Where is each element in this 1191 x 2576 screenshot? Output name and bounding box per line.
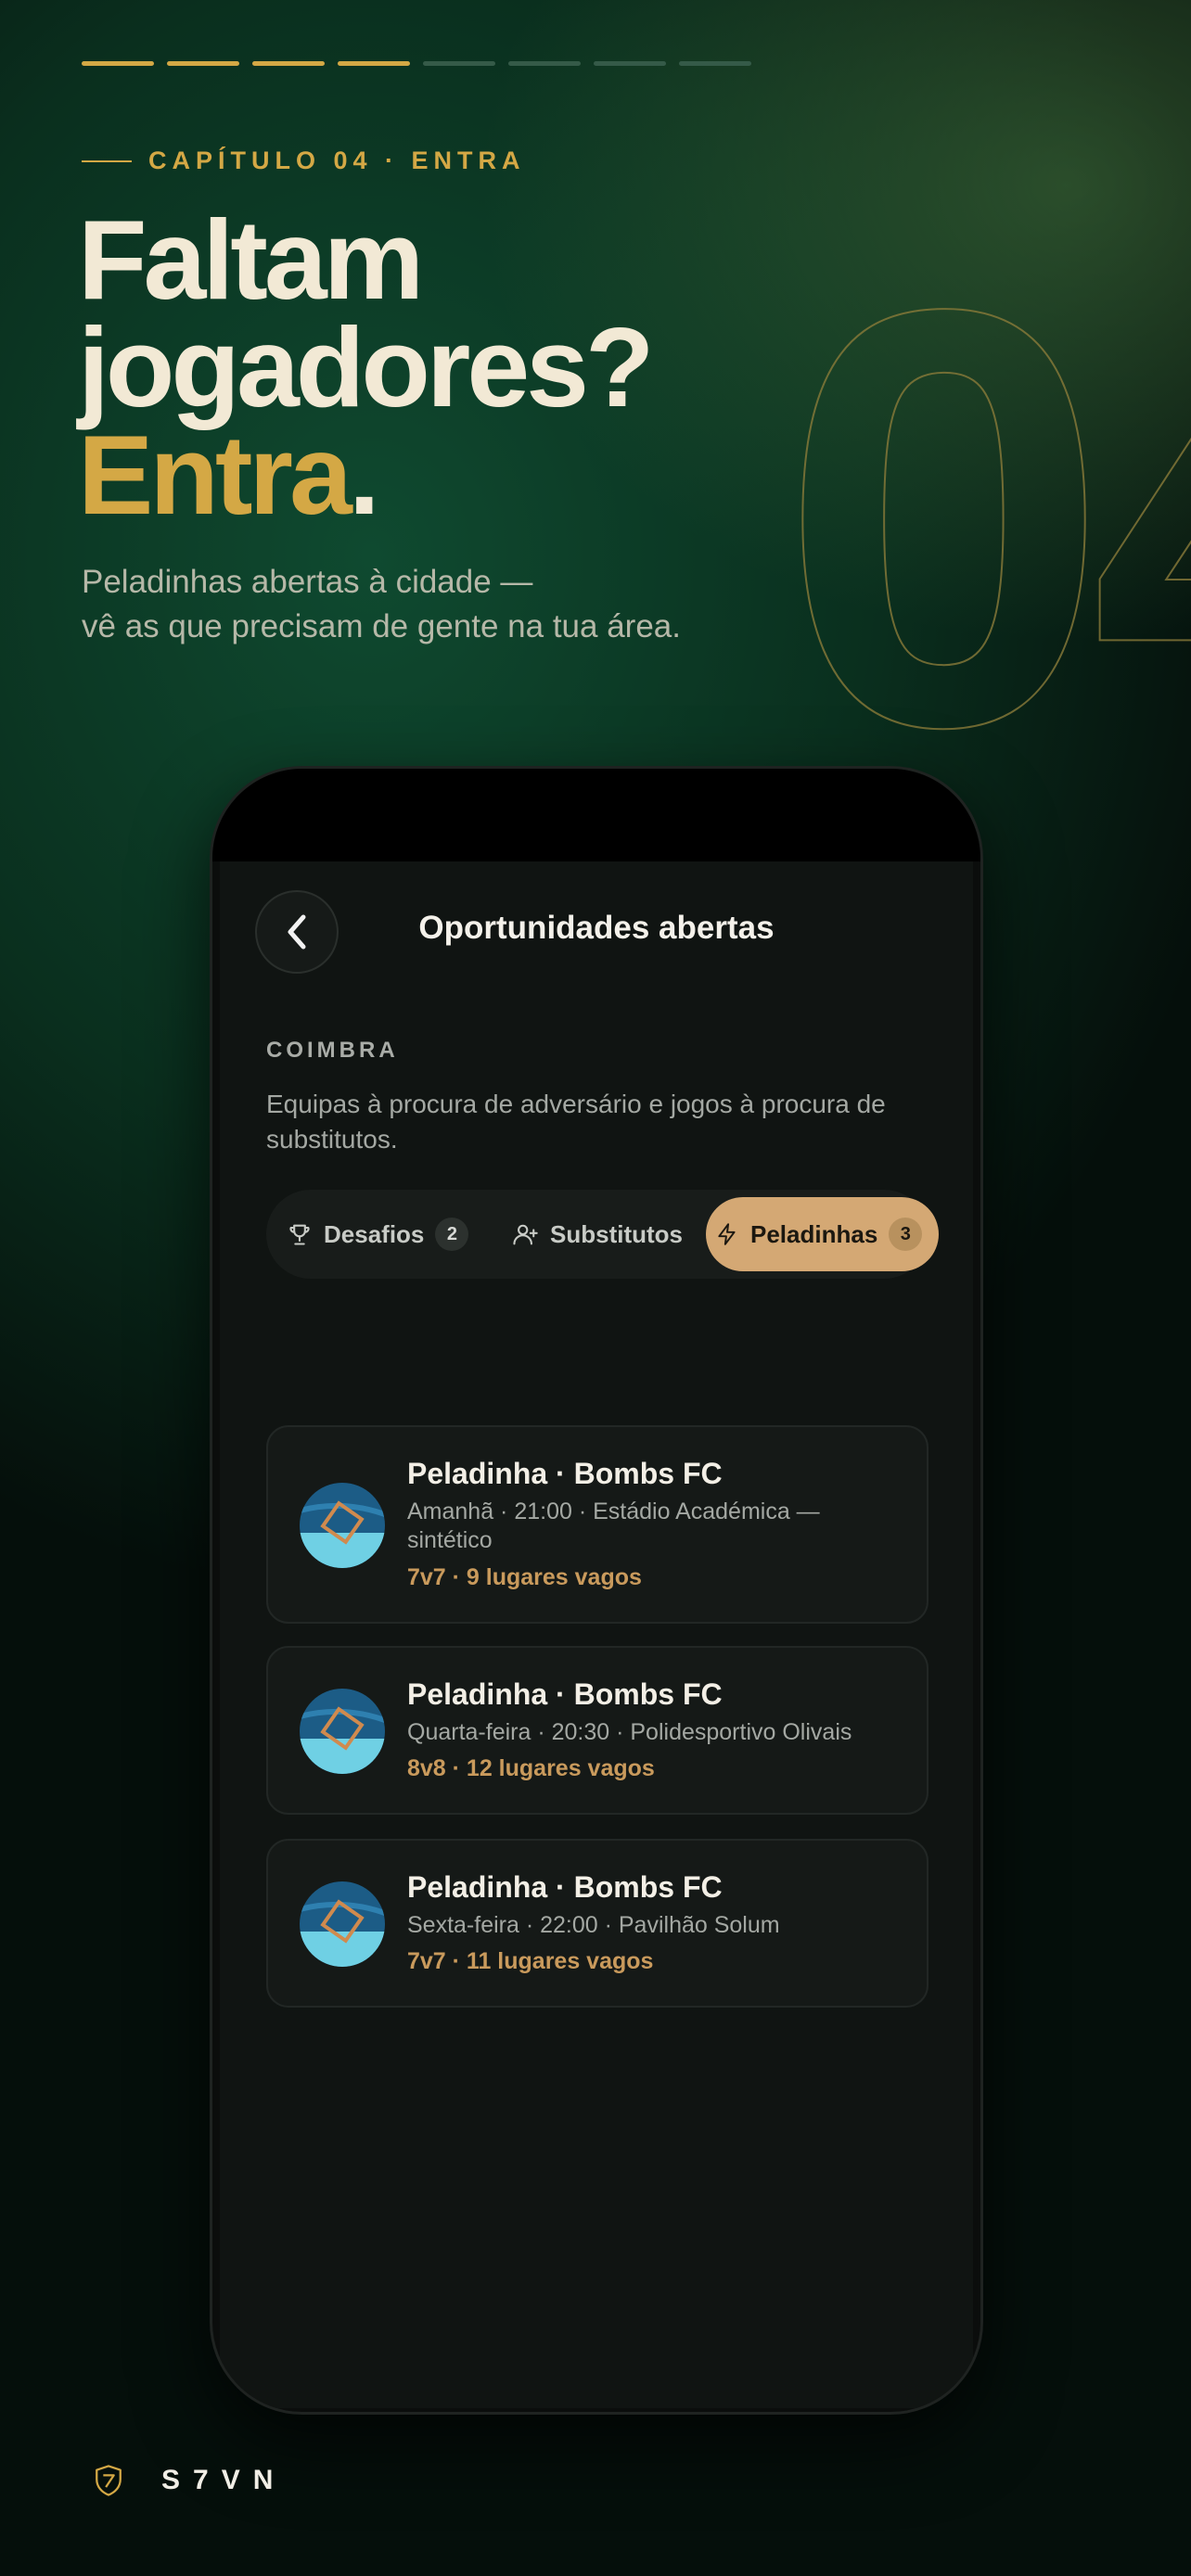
headline-line-3: Entra.: [78, 418, 651, 531]
brand-name: S7VN: [161, 2465, 287, 2495]
team-avatar: [300, 1881, 385, 1967]
nav-bar: Oportunidades abertas: [220, 861, 973, 1010]
progress-segment: [594, 61, 666, 66]
game-meta: Sexta-feira · 22:00 · Pavilhão Solum: [407, 1912, 780, 1938]
progress-segment: [338, 61, 410, 66]
headline: Faltam jogadores? Entra.: [78, 197, 655, 531]
game-meta: Quarta-feira · 20:30 · Polidesportivo Ol…: [407, 1719, 852, 1745]
progress-segment: [679, 61, 751, 66]
game-spots: 8v8 · 12 lugares vagos: [407, 1755, 655, 1781]
filter-tabs: Desafios 2 Substitutos Peladinhas 3: [266, 1190, 940, 1279]
brand-footer: S7VN: [93, 2463, 286, 2498]
team-avatar: [300, 1483, 385, 1568]
screen-description: Equipas à procura de adversário e jogos …: [266, 1090, 886, 1154]
progress-segment: [82, 61, 154, 66]
chapter-text: CAPÍTULO 04 · ENTRA: [148, 147, 526, 174]
game-card[interactable]: Peladinha · Bombs FC Amanhã · 21:00 · Es…: [266, 1425, 928, 1624]
user-plus-icon: [513, 1224, 538, 1245]
chapter-rule: [82, 159, 132, 162]
game-meta: Amanhã · 21:00 · Estádio Académica — sin…: [407, 1498, 820, 1553]
progress-segment: [508, 61, 581, 66]
chapter-progress: [82, 61, 751, 66]
trophy-icon: [289, 1224, 310, 1245]
subtitle-line-2: vê as que precisam de gente na tua área.: [82, 608, 681, 644]
game-card[interactable]: Peladinha · Bombs FC Sexta-feira · 22:00…: [266, 1839, 928, 2008]
chapter-number-text: 04: [779, 195, 1191, 751]
headline-line-1: Faltam: [78, 197, 424, 323]
headline-dot: .: [348, 412, 380, 538]
game-title: Peladinha · Bombs FC: [407, 1870, 723, 1904]
team-avatar: [300, 1689, 385, 1774]
game-title: Peladinha · Bombs FC: [407, 1457, 723, 1490]
city-label: COIMBRA: [266, 1038, 399, 1063]
tab-substitutos[interactable]: Substitutos: [511, 1197, 683, 1271]
tab-peladinhas[interactable]: Peladinhas 3: [706, 1197, 940, 1271]
app-screen: Oportunidades abertas COIMBRA Equipas à …: [220, 861, 973, 2408]
headline-accent: Entra: [78, 412, 352, 538]
subtitle-line-1: Peladinhas abertas à cidade —: [82, 564, 533, 600]
tab-label: Substitutos: [550, 1219, 683, 1248]
chapter-number-outline: 04: [779, 195, 1191, 751]
progress-segment: [423, 61, 495, 66]
tab-desafios[interactable]: Desafios 2: [287, 1197, 469, 1271]
tab-count-badge: 2: [435, 1218, 469, 1251]
phone-mockup: Oportunidades abertas COIMBRA Equipas à …: [210, 766, 983, 2415]
game-spots: 7v7 · 11 lugares vagos: [407, 1948, 654, 1974]
game-card[interactable]: Peladinha · Bombs FC Quarta-feira · 20:3…: [266, 1646, 928, 1815]
progress-segment: [167, 61, 239, 66]
lightning-icon: [718, 1223, 736, 1245]
progress-segment: [252, 61, 325, 66]
screen-title: Oportunidades abertas: [418, 910, 775, 946]
chapter-label: CAPÍTULO 04 · ENTRA: [82, 147, 526, 175]
subtitle: Peladinhas abertas à cidade — vê as que …: [82, 560, 681, 649]
game-title: Peladinha · Bombs FC: [407, 1677, 723, 1711]
tab-count-badge: 3: [889, 1218, 923, 1251]
tab-label: Desafios: [324, 1219, 425, 1248]
game-spots: 7v7 · 9 lugares vagos: [407, 1564, 642, 1590]
headline-line-2: jogadores?: [78, 304, 655, 430]
phone-status-area: [212, 769, 980, 861]
shield-logo-icon: [96, 2465, 122, 2496]
tab-label: Peladinhas: [750, 1219, 878, 1248]
